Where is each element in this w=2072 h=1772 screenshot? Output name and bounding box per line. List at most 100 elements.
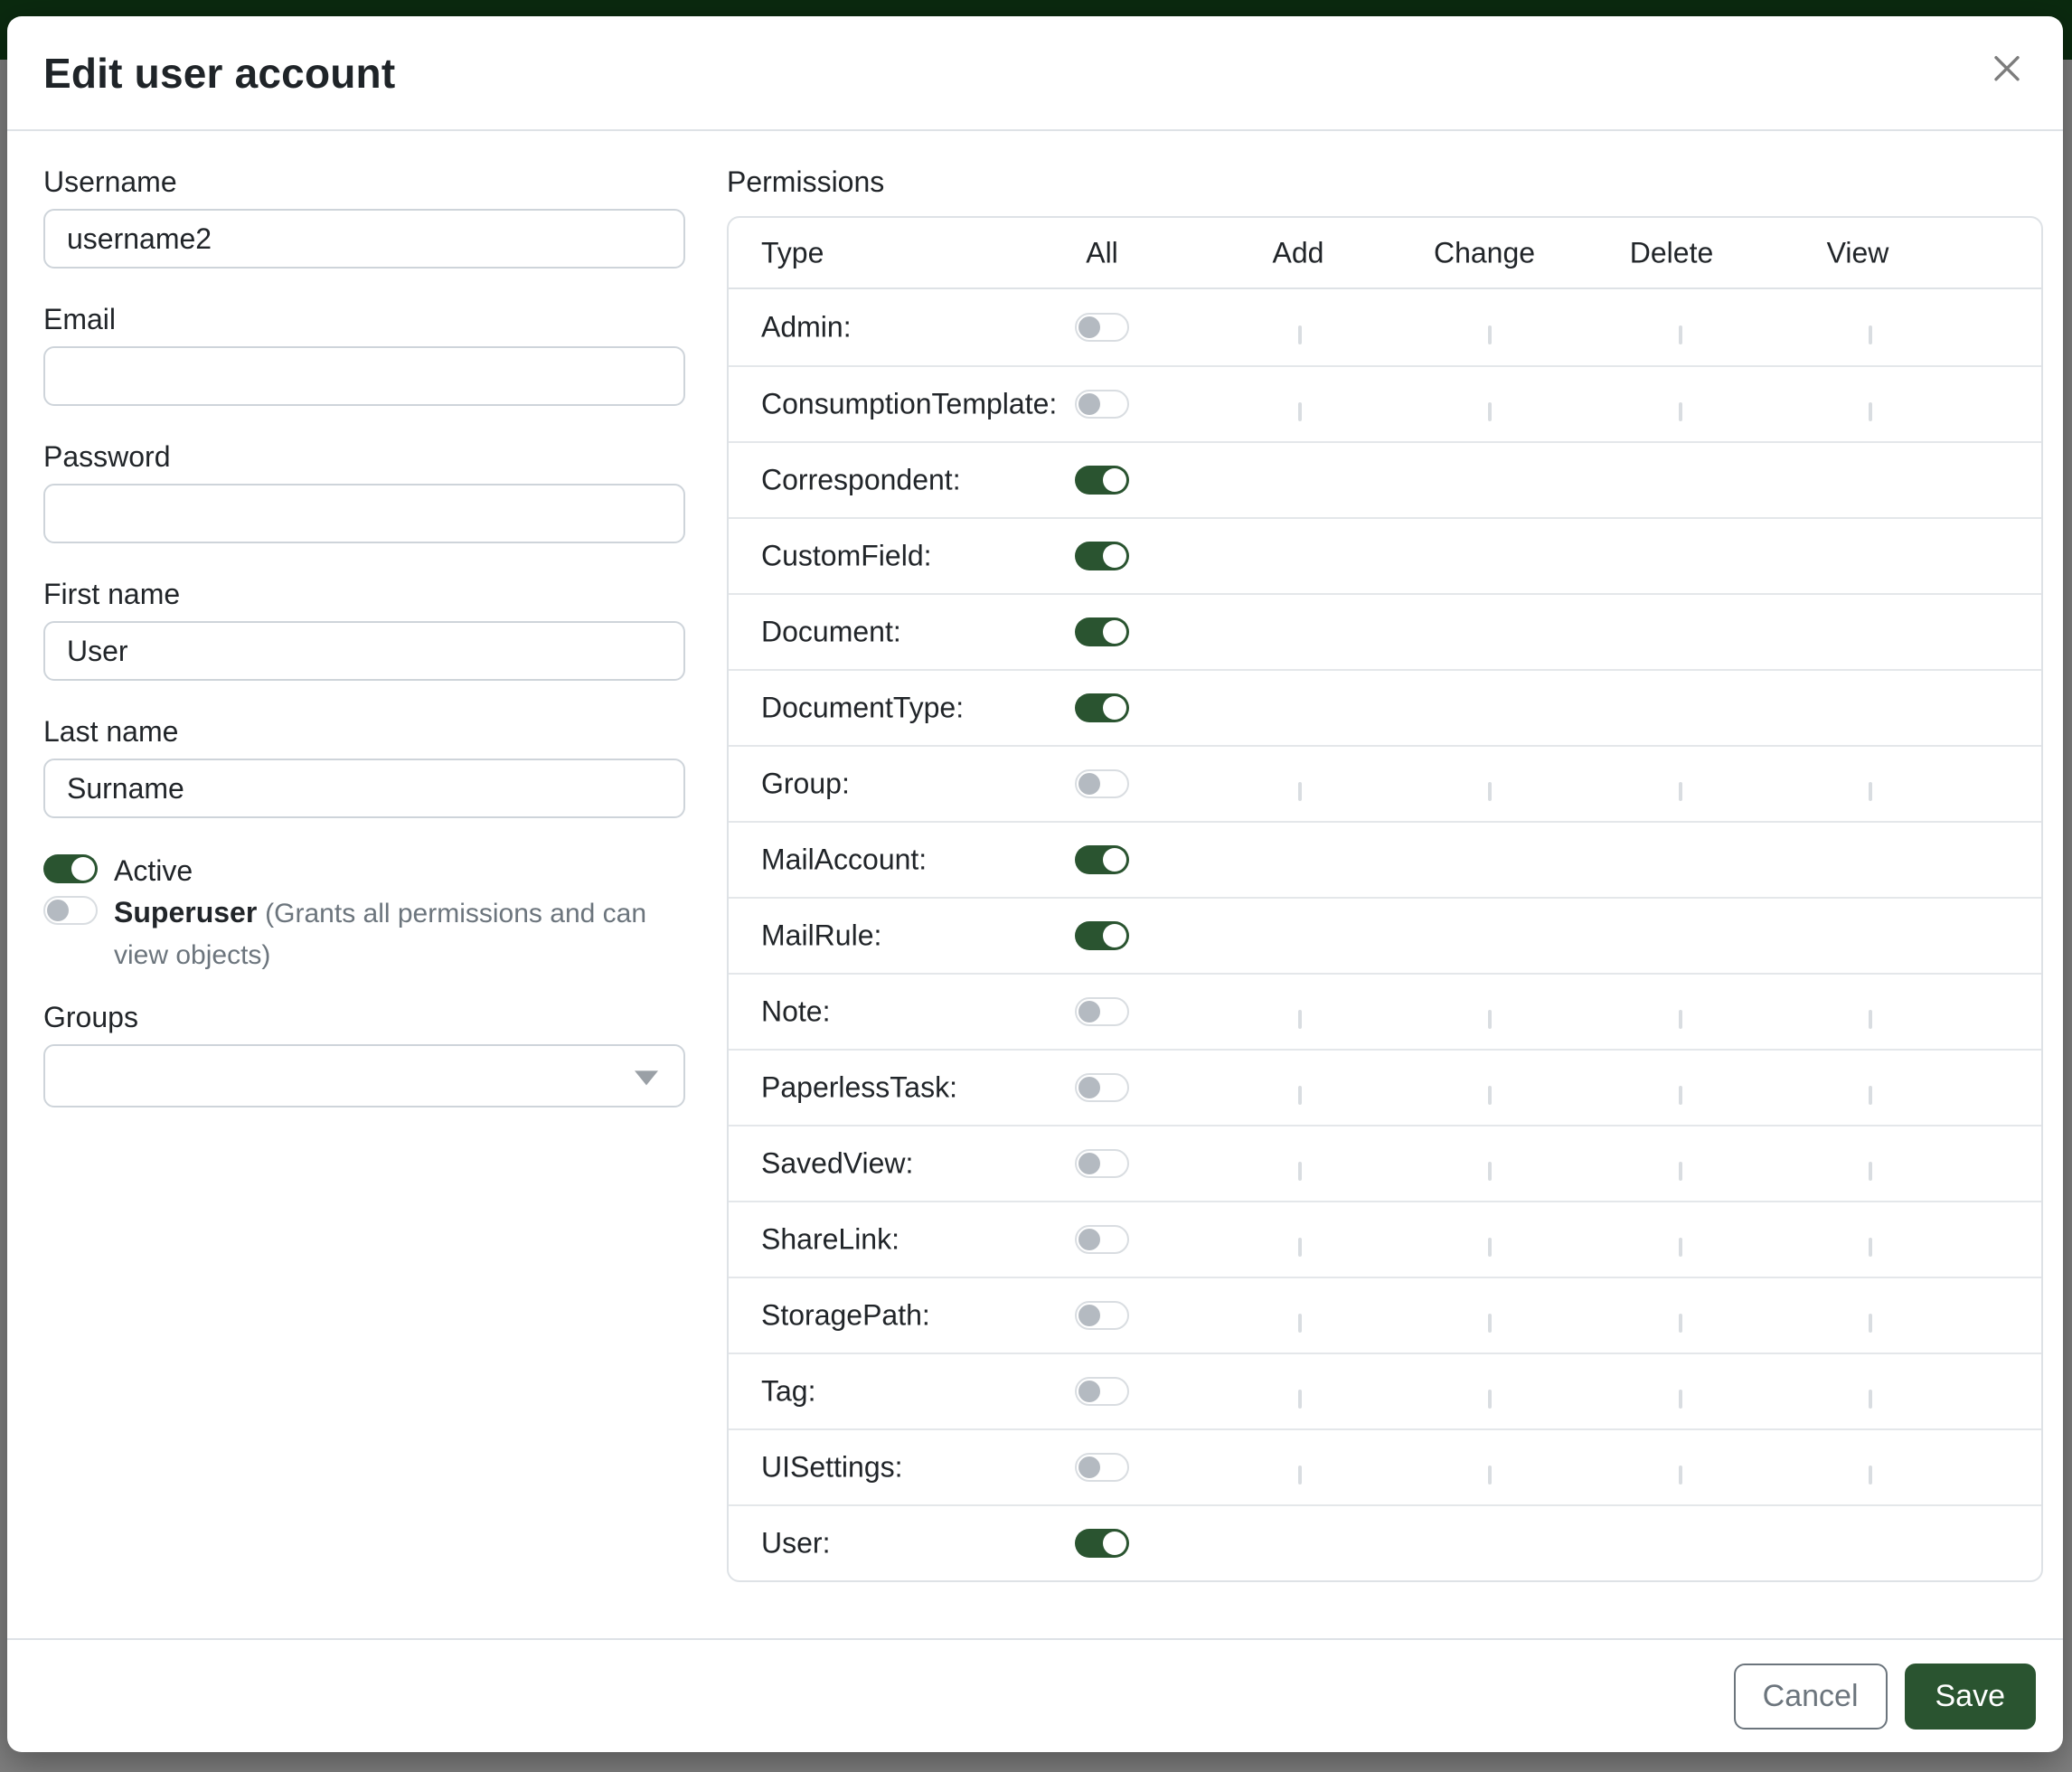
user-form: Username Email Password First name Last …	[43, 164, 685, 1638]
permission-type-label: Admin:	[761, 311, 852, 344]
permission-type-label: ShareLink:	[761, 1223, 899, 1257]
permission-view-checkbox[interactable]	[1869, 1390, 1872, 1409]
password-field-group: Password	[43, 438, 685, 543]
close-button[interactable]	[1982, 44, 2032, 95]
permission-change-checkbox[interactable]	[1488, 325, 1492, 344]
edit-user-modal: Edit user account Username Email Passwor…	[7, 16, 2063, 1752]
permission-all-toggle[interactable]	[1075, 1301, 1129, 1330]
permission-change-checkbox[interactable]	[1488, 782, 1492, 801]
permission-row: Group:	[729, 745, 2041, 821]
permission-all-toggle[interactable]	[1075, 1149, 1129, 1178]
permission-type-label: Note:	[761, 995, 830, 1029]
permission-row: SavedView:	[729, 1125, 2041, 1201]
permission-delete-checkbox[interactable]	[1679, 1390, 1682, 1409]
permission-view-checkbox[interactable]	[1869, 782, 1872, 801]
permission-all-toggle[interactable]	[1075, 1453, 1129, 1482]
permission-all-toggle[interactable]	[1075, 466, 1129, 495]
permission-add-checkbox[interactable]	[1298, 1162, 1302, 1181]
permission-type-label: Document:	[761, 616, 901, 649]
permission-add-checkbox[interactable]	[1298, 1086, 1302, 1105]
permission-all-toggle[interactable]	[1075, 1225, 1129, 1254]
column-header-type: Type	[761, 236, 824, 269]
close-icon	[1986, 48, 2028, 92]
permission-view-checkbox[interactable]	[1869, 402, 1872, 421]
active-toggle[interactable]	[43, 854, 98, 883]
permission-type-label: ConsumptionTemplate:	[761, 388, 1057, 421]
permission-all-toggle[interactable]	[1075, 1529, 1129, 1558]
permission-row: Note:	[729, 973, 2041, 1049]
column-header-all: All	[1086, 236, 1118, 269]
superuser-toggle[interactable]	[43, 896, 98, 925]
permission-change-checkbox[interactable]	[1488, 1010, 1492, 1029]
modal-header: Edit user account	[7, 16, 2063, 131]
permission-row: PaperlessTask:	[729, 1049, 2041, 1125]
permissions-table: Type All Add Change Delete View Admin: C…	[727, 216, 2043, 1582]
permission-delete-checkbox[interactable]	[1679, 782, 1682, 801]
modal-body: Username Email Password First name Last …	[7, 131, 2063, 1638]
permission-add-checkbox[interactable]	[1298, 325, 1302, 344]
permission-change-checkbox[interactable]	[1488, 1086, 1492, 1105]
permission-delete-checkbox[interactable]	[1679, 1010, 1682, 1029]
permission-change-checkbox[interactable]	[1488, 1162, 1492, 1181]
save-button[interactable]: Save	[1905, 1664, 2037, 1730]
permission-view-checkbox[interactable]	[1869, 1162, 1872, 1181]
active-label: Active	[114, 854, 193, 887]
permission-all-toggle[interactable]	[1075, 313, 1129, 342]
groups-select[interactable]	[43, 1044, 685, 1108]
email-input[interactable]	[43, 346, 685, 406]
permission-view-checkbox[interactable]	[1869, 1238, 1872, 1257]
permission-delete-checkbox[interactable]	[1679, 402, 1682, 421]
permission-all-toggle[interactable]	[1075, 769, 1129, 798]
last-name-input[interactable]	[43, 759, 685, 818]
permission-row: Admin:	[729, 289, 2041, 365]
permission-delete-checkbox[interactable]	[1679, 1314, 1682, 1333]
permission-row: Document:	[729, 593, 2041, 669]
permission-view-checkbox[interactable]	[1869, 1010, 1872, 1029]
permission-delete-checkbox[interactable]	[1679, 1162, 1682, 1181]
password-input[interactable]	[43, 484, 685, 543]
cancel-button[interactable]: Cancel	[1734, 1664, 1888, 1730]
permission-change-checkbox[interactable]	[1488, 1466, 1492, 1485]
permission-all-toggle[interactable]	[1075, 693, 1129, 722]
permission-row: User:	[729, 1504, 2041, 1580]
permission-all-toggle[interactable]	[1075, 1377, 1129, 1406]
permission-row: StoragePath:	[729, 1277, 2041, 1353]
permission-row: ShareLink:	[729, 1201, 2041, 1277]
email-field-group: Email	[43, 301, 685, 406]
permission-change-checkbox[interactable]	[1488, 1314, 1492, 1333]
permission-delete-checkbox[interactable]	[1679, 325, 1682, 344]
permission-all-toggle[interactable]	[1075, 1073, 1129, 1102]
first-name-input[interactable]	[43, 621, 685, 681]
permission-change-checkbox[interactable]	[1488, 1238, 1492, 1257]
permission-type-label: Group:	[761, 768, 850, 801]
modal-footer: Cancel Save	[7, 1638, 2063, 1752]
permission-all-toggle[interactable]	[1075, 542, 1129, 570]
first-name-label: First name	[43, 576, 685, 612]
permission-view-checkbox[interactable]	[1869, 1466, 1872, 1485]
permission-view-checkbox[interactable]	[1869, 1086, 1872, 1105]
column-header-delete: Delete	[1630, 236, 1714, 269]
permission-view-checkbox[interactable]	[1869, 1314, 1872, 1333]
permission-add-checkbox[interactable]	[1298, 1010, 1302, 1029]
permission-delete-checkbox[interactable]	[1679, 1466, 1682, 1485]
permission-add-checkbox[interactable]	[1298, 782, 1302, 801]
permission-view-checkbox[interactable]	[1869, 325, 1872, 344]
permission-all-toggle[interactable]	[1075, 921, 1129, 950]
permission-delete-checkbox[interactable]	[1679, 1086, 1682, 1105]
permission-all-toggle[interactable]	[1075, 617, 1129, 646]
permission-delete-checkbox[interactable]	[1679, 1238, 1682, 1257]
email-label: Email	[43, 301, 685, 337]
username-input[interactable]	[43, 209, 685, 269]
permission-add-checkbox[interactable]	[1298, 1466, 1302, 1485]
permission-all-toggle[interactable]	[1075, 997, 1129, 1026]
permission-all-toggle[interactable]	[1075, 845, 1129, 874]
permission-add-checkbox[interactable]	[1298, 402, 1302, 421]
permission-add-checkbox[interactable]	[1298, 1238, 1302, 1257]
permission-add-checkbox[interactable]	[1298, 1390, 1302, 1409]
permission-change-checkbox[interactable]	[1488, 402, 1492, 421]
permission-add-checkbox[interactable]	[1298, 1314, 1302, 1333]
permission-row: MailRule:	[729, 897, 2041, 973]
permission-type-label: Correspondent:	[761, 464, 961, 497]
permission-change-checkbox[interactable]	[1488, 1390, 1492, 1409]
permission-all-toggle[interactable]	[1075, 390, 1129, 419]
